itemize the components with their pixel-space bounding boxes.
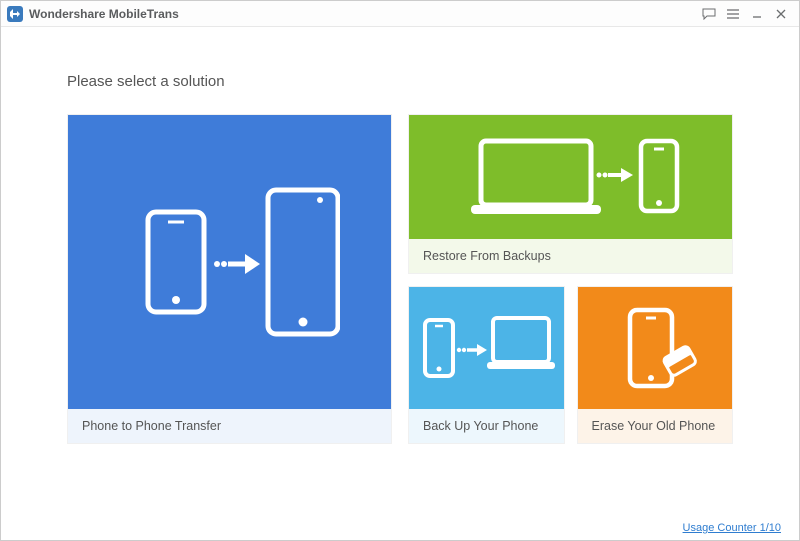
menu-icon[interactable] bbox=[721, 4, 745, 24]
usage-counter-link[interactable]: Usage Counter 1/10 bbox=[683, 522, 781, 534]
erase-label: Erase Your Old Phone bbox=[578, 409, 733, 443]
phone-to-phone-card[interactable]: Phone to Phone Transfer bbox=[67, 114, 392, 444]
restore-icon bbox=[409, 115, 732, 239]
erase-icon bbox=[578, 287, 733, 409]
backup-card[interactable]: Back Up Your Phone bbox=[408, 286, 565, 444]
app-title: Wondershare MobileTrans bbox=[29, 7, 697, 21]
titlebar: Wondershare MobileTrans bbox=[1, 1, 799, 27]
minimize-button[interactable] bbox=[745, 4, 769, 24]
phone-to-phone-label: Phone to Phone Transfer bbox=[68, 409, 391, 443]
solutions-grid: Phone to Phone Transfer bbox=[29, 114, 771, 444]
close-button[interactable] bbox=[769, 4, 793, 24]
app-logo bbox=[7, 6, 23, 22]
backup-icon bbox=[409, 287, 564, 409]
erase-card[interactable]: Erase Your Old Phone bbox=[577, 286, 734, 444]
main-content: Please select a solution bbox=[1, 27, 799, 444]
feedback-icon[interactable] bbox=[697, 4, 721, 24]
restore-card[interactable]: Restore From Backups bbox=[408, 114, 733, 274]
page-heading: Please select a solution bbox=[29, 41, 771, 114]
backup-label: Back Up Your Phone bbox=[409, 409, 564, 443]
phone-to-phone-icon bbox=[68, 115, 391, 409]
restore-label: Restore From Backups bbox=[409, 239, 732, 273]
